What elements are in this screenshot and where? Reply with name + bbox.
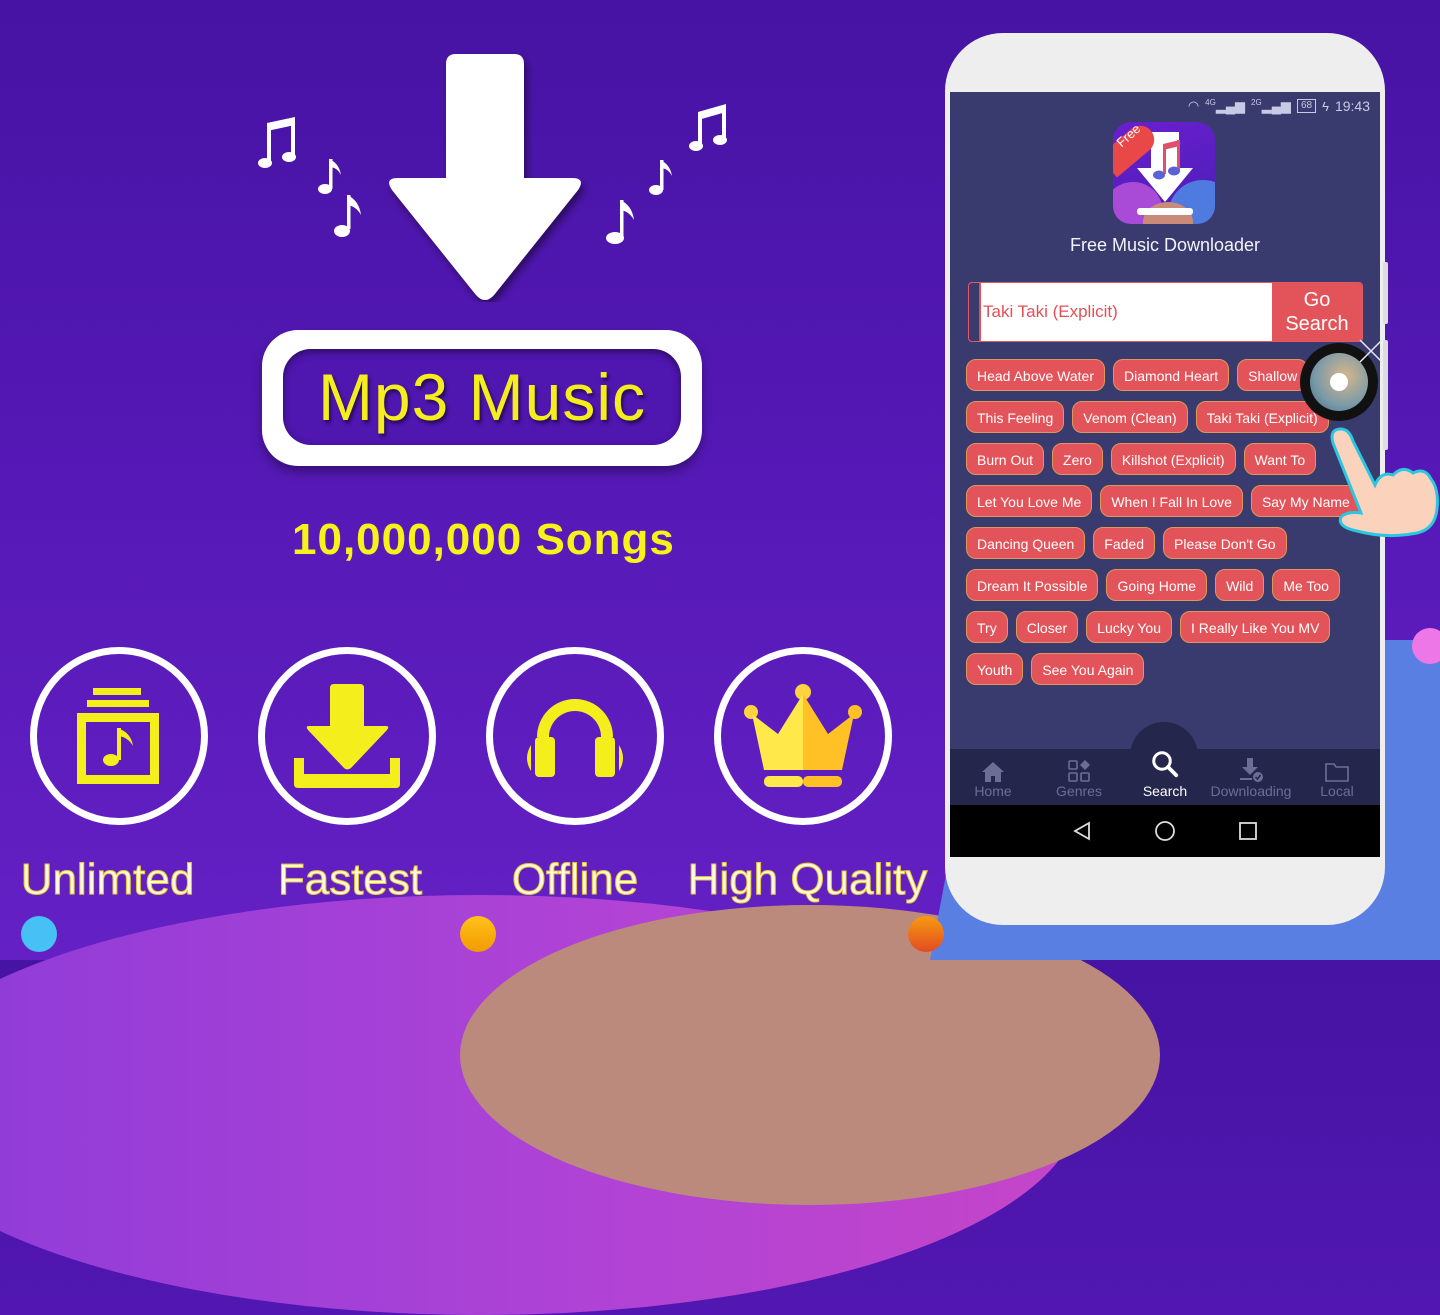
home-circle-icon[interactable] [1153, 819, 1177, 843]
clock: 19:43 [1334, 98, 1370, 115]
crown-icon [744, 684, 862, 787]
music-album-icon [77, 688, 159, 784]
app-logo: Free [1113, 122, 1215, 224]
suggestion-chip[interactable]: I Really Like You MV [1180, 611, 1331, 643]
suggestion-chip[interactable]: Please Don't Go [1163, 527, 1287, 559]
decorative-dot-pink [1412, 628, 1440, 664]
suggestion-chip[interactable]: Want To [1243, 443, 1317, 475]
genres-icon [1068, 760, 1090, 782]
feature-fastest [258, 647, 436, 825]
suggestion-chip[interactable]: Youth [966, 653, 1024, 685]
go-search-label-line1: Go [1303, 289, 1331, 311]
search-icon [1152, 751, 1179, 778]
suggestion-chip[interactable]: Going Home [1106, 569, 1208, 601]
suggestion-chip[interactable]: Head Above Water [966, 359, 1105, 391]
nav-downloading-label: Downloading [1210, 783, 1292, 799]
suggestion-chip[interactable]: This Feeling [966, 401, 1065, 433]
suggestion-chip[interactable]: Wild [1215, 569, 1265, 601]
suggestion-chip[interactable]: Burn Out [966, 443, 1045, 475]
feature-label-high-quality: High Quality [687, 855, 928, 905]
suggestion-chip[interactable]: Venom (Clean) [1072, 401, 1188, 433]
nav-search-label: Search [1142, 783, 1188, 799]
decorative-dot-orange [908, 916, 944, 952]
disc-center [1330, 373, 1348, 391]
headline-text: Mp3 Music [317, 360, 647, 434]
recents-icon[interactable] [1237, 820, 1259, 842]
phone-side-button [1383, 262, 1388, 324]
signal-2g: 2G▂▄▆ [1251, 98, 1291, 114]
folder-icon [1325, 763, 1349, 782]
songs-count: 10,000,000 Songs [292, 515, 675, 564]
app-title: Free Music Downloader [1069, 235, 1261, 255]
feature-label-offline: Offline [511, 855, 639, 905]
suggestion-chip[interactable]: Dream It Possible [966, 569, 1099, 601]
nav-home[interactable]: Home [950, 749, 1036, 805]
search-input[interactable] [979, 283, 1272, 341]
status-bar: ◠ 4G▂▄▆ 2G▂▄▆ 68 ϟ 19:43 [1188, 98, 1370, 114]
feature-offline [486, 647, 664, 825]
suggestion-chip[interactable]: Lucky You [1086, 611, 1173, 643]
nav-local[interactable]: Local [1294, 749, 1380, 805]
hero-download-arrow-icon [389, 54, 581, 300]
nav-search[interactable]: Search [1122, 749, 1208, 805]
suggestion-chip[interactable]: Diamond Heart [1113, 359, 1230, 391]
suggestion-chip[interactable]: See You Again [1031, 653, 1145, 685]
download-icon [294, 684, 400, 788]
battery-indicator: 68 [1296, 99, 1317, 114]
suggestion-chip[interactable]: Shallow [1237, 359, 1309, 391]
suggestion-chip[interactable]: Zero [1052, 443, 1103, 475]
suggestion-chip[interactable]: Dancing Queen [966, 527, 1086, 559]
feature-high-quality [714, 647, 892, 825]
nav-downloading[interactable]: Downloading [1208, 749, 1294, 805]
nav-home-label: Home [974, 783, 1012, 799]
music-notes-left-icon [258, 117, 361, 237]
suggestion-chip[interactable]: Killshot (Explicit) [1110, 443, 1236, 475]
headphones-icon [527, 699, 623, 777]
signal-4g: 4G▂▄▆ [1205, 98, 1246, 114]
wifi-icon: ◠ [1187, 98, 1200, 114]
feature-unlimited [30, 647, 208, 825]
bottom-navigation: Home Genres Search Downloading Local [950, 749, 1380, 805]
system-navigation-bar [950, 805, 1380, 857]
close-player-icon[interactable] [1356, 336, 1386, 366]
music-notes-right-icon [606, 104, 727, 244]
headline-badge: Mp3 Music [283, 349, 681, 445]
feature-label-fastest: Fastest [277, 855, 423, 905]
nav-genres[interactable]: Genres [1036, 749, 1122, 805]
search-bar: Go Search [968, 282, 1363, 342]
suggestion-chip[interactable]: Let You Love Me [966, 485, 1093, 517]
feature-label-unlimited: Unlimted [20, 855, 195, 905]
nav-local-label: Local [1320, 783, 1354, 799]
back-icon[interactable] [1071, 820, 1093, 842]
downloading-icon [1240, 758, 1263, 782]
suggestion-chip[interactable]: Closer [1015, 611, 1079, 643]
suggestion-chip[interactable]: Try [966, 611, 1008, 643]
decorative-dot-blue [21, 916, 57, 952]
nav-genres-label: Genres [1056, 783, 1102, 799]
phone-screen: ◠ 4G▂▄▆ 2G▂▄▆ 68 ϟ 19:43 Free Free Music… [950, 92, 1380, 857]
go-search-button[interactable]: Go Search [1272, 283, 1362, 341]
pointing-hand-icon [1330, 427, 1439, 538]
go-search-label-line2: Search [1285, 313, 1349, 335]
home-icon [982, 762, 1004, 782]
suggestion-chip[interactable]: When I Fall In Love [1100, 485, 1243, 517]
charging-icon: ϟ [1322, 98, 1329, 114]
suggestion-chip[interactable]: Faded [1093, 527, 1155, 559]
suggestion-chip[interactable]: Me Too [1272, 569, 1340, 601]
decorative-dot-yellow [460, 916, 496, 952]
